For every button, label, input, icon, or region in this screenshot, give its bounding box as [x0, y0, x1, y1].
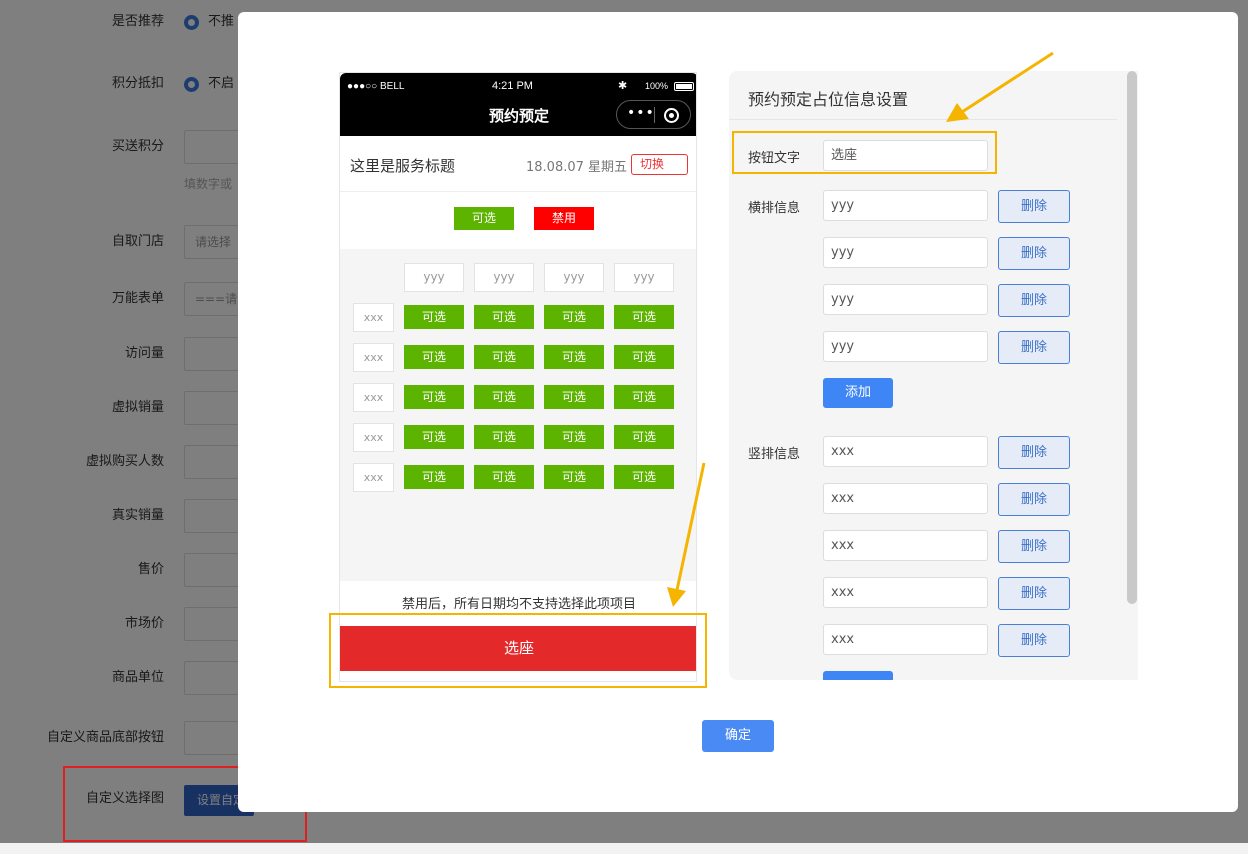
disable-note: 禁用后，所有日期均不支持选择此项项目: [401, 597, 636, 612]
seat-cell[interactable]: 可选: [474, 465, 534, 489]
more-icon[interactable]: •••: [627, 105, 655, 121]
status-time: 4:21 PM: [492, 80, 533, 92]
highlight-box-seat-button: [329, 613, 707, 688]
seat-cell[interactable]: 可选: [614, 465, 674, 489]
seat-cell[interactable]: 可选: [474, 425, 534, 449]
delete-button[interactable]: 删除: [998, 436, 1070, 469]
seat-cell[interactable]: 可选: [614, 305, 674, 329]
highlight-box-button-text: [732, 131, 997, 174]
row-header: xxx: [353, 383, 394, 412]
column-header: yyy: [404, 263, 464, 292]
legend: 可选 禁用: [340, 193, 696, 249]
seat-cell[interactable]: 可选: [544, 305, 604, 329]
row-header: xxx: [353, 343, 394, 372]
horizontal-item-input[interactable]: yyy: [823, 237, 988, 268]
seat-cell[interactable]: 可选: [404, 465, 464, 489]
delete-button[interactable]: 删除: [998, 624, 1070, 657]
column-header: yyy: [614, 263, 674, 292]
seat-cell[interactable]: 可选: [474, 385, 534, 409]
vertical-item-input[interactable]: xxx: [823, 530, 988, 561]
service-date: 18.08.07 星期五: [526, 160, 628, 175]
column-header: yyy: [474, 263, 534, 292]
seat-cell[interactable]: 可选: [544, 385, 604, 409]
vertical-item-input[interactable]: xxx: [823, 483, 988, 514]
seat-cell[interactable]: 可选: [474, 305, 534, 329]
seat-cell[interactable]: 可选: [544, 345, 604, 369]
mini-program-capsule[interactable]: •••: [616, 100, 691, 129]
delete-button[interactable]: 删除: [998, 577, 1070, 610]
seat-cell[interactable]: 可选: [614, 425, 674, 449]
seat-cell[interactable]: 可选: [404, 345, 464, 369]
horizontal-info-label: 横排信息: [748, 201, 801, 216]
column-header: yyy: [544, 263, 604, 292]
battery-icon: [674, 82, 694, 91]
vertical-item-input[interactable]: xxx: [823, 577, 988, 608]
delete-button[interactable]: 删除: [998, 190, 1070, 223]
service-row: 这里是服务标题 18.08.07 星期五 切换: [340, 136, 696, 192]
horizontal-item-input[interactable]: yyy: [823, 190, 988, 221]
delete-button[interactable]: 删除: [998, 331, 1070, 364]
bluetooth-icon: ✱: [618, 79, 628, 92]
legend-available: 可选: [454, 207, 514, 230]
switch-date-button[interactable]: 切换: [631, 154, 688, 175]
seat-grid: yyy yyy yyy yyy xxx 可选 可选 可选 可选 xxx 可选 可…: [340, 249, 696, 581]
close-target-icon[interactable]: [664, 108, 679, 123]
delete-button[interactable]: 删除: [998, 237, 1070, 270]
carrier-text: ●●●○○ BELL: [347, 81, 405, 92]
seat-cell[interactable]: 可选: [404, 305, 464, 329]
horizontal-item-input[interactable]: yyy: [823, 284, 988, 315]
legend-disabled: 禁用: [534, 207, 594, 230]
vertical-info-label: 竖排信息: [748, 447, 801, 462]
delete-button[interactable]: 删除: [998, 483, 1070, 516]
seat-cell[interactable]: 可选: [614, 385, 674, 409]
seat-cell[interactable]: 可选: [614, 345, 674, 369]
seat-cell[interactable]: 可选: [544, 465, 604, 489]
seat-cell[interactable]: 可选: [404, 385, 464, 409]
service-title: 这里是服务标题: [350, 157, 456, 175]
vertical-item-input[interactable]: xxx: [823, 436, 988, 467]
delete-button[interactable]: 删除: [998, 284, 1070, 317]
seat-cell[interactable]: 可选: [474, 345, 534, 369]
row-header: xxx: [353, 423, 394, 452]
vertical-item-input[interactable]: xxx: [823, 624, 988, 655]
title-divider: [729, 119, 1117, 120]
battery-text: 100%: [644, 81, 668, 91]
add-vertical-button[interactable]: [823, 671, 893, 680]
add-horizontal-button[interactable]: 添加: [823, 378, 893, 408]
horizontal-item-input[interactable]: yyy: [823, 331, 988, 362]
seat-cell[interactable]: 可选: [544, 425, 604, 449]
page-bottom-strip: [0, 843, 1248, 854]
row-header: xxx: [353, 303, 394, 332]
phone-header: ●●●○○ BELL 4:21 PM ✱ 100% 预约预定 •••: [340, 73, 696, 136]
seat-cell[interactable]: 可选: [404, 425, 464, 449]
row-header: xxx: [353, 463, 394, 492]
delete-button[interactable]: 删除: [998, 530, 1070, 563]
confirm-button[interactable]: 确定: [702, 720, 774, 752]
phone-preview: ●●●○○ BELL 4:21 PM ✱ 100% 预约预定 ••• 这里是服务…: [339, 72, 697, 682]
settings-scrollbar[interactable]: [1127, 71, 1137, 604]
settings-title: 预约预定占位信息设置: [748, 90, 909, 109]
